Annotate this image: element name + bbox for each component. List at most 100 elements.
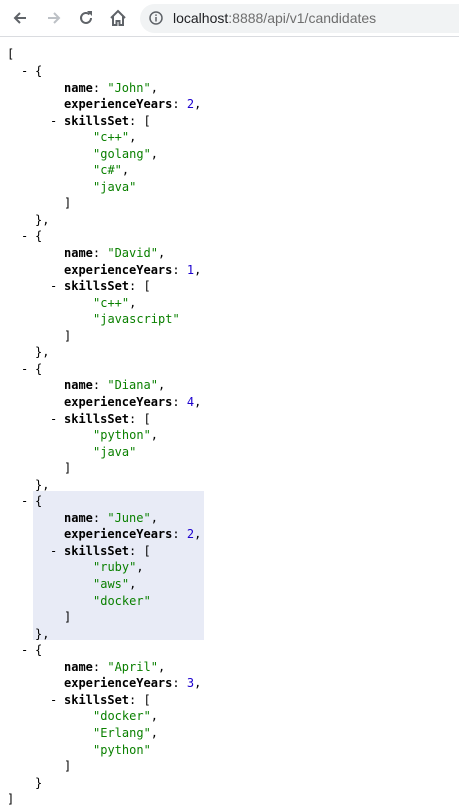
candidate-object-start: { [35, 63, 42, 80]
skill-item: "golang", [93, 146, 158, 163]
json-key: experienceYears [64, 262, 173, 277]
collapse-toggle[interactable]: - [21, 642, 28, 659]
collapse-toggle[interactable]: - [50, 278, 57, 295]
home-icon [110, 9, 126, 26]
json-punctuation: , [194, 676, 202, 691]
json-punctuation: , [129, 295, 137, 310]
skill-value: "c#" [93, 163, 122, 178]
candidate-name: "Diana" [107, 378, 158, 393]
address-bar[interactable]: localhost:8888/api/v1/candidates [140, 4, 459, 33]
json-punctuation: , [194, 527, 202, 542]
name-row: name: "Diana", [64, 377, 165, 394]
json-key: experienceYears [64, 394, 173, 409]
json-punctuation: , [157, 246, 166, 260]
collapse-toggle[interactable]: - [21, 63, 28, 80]
back-arrow-icon [13, 12, 26, 24]
collapse-toggle[interactable]: - [21, 361, 28, 378]
json-key: skillsSet [64, 411, 130, 426]
json-close-bracket: ] [7, 792, 15, 807]
candidate-name: "David" [107, 246, 158, 260]
json-punctuation: }, [35, 626, 50, 641]
json-punctuation: : [ [129, 113, 151, 128]
json-punctuation: : [172, 527, 187, 542]
back-button[interactable] [6, 4, 34, 32]
skill-item: "java" [93, 444, 136, 461]
skill-item: "Erlang", [93, 725, 158, 742]
json-punctuation: : [92, 659, 108, 674]
json-punctuation: , [194, 262, 202, 277]
json-key: skillsSet [64, 279, 130, 294]
json-punctuation: , [150, 709, 159, 724]
url-text[interactable]: localhost:8888/api/v1/candidates [173, 10, 376, 27]
skill-item: "docker" [93, 593, 151, 610]
json-punctuation: }, [35, 212, 50, 227]
skills-array-end: ] [64, 460, 71, 477]
json-viewer: [-{name: "John", experienceYears: 2, - skil… [0, 38, 459, 811]
skill-value: "docker" [93, 709, 151, 724]
candidate-name: "April" [107, 659, 158, 674]
json-punctuation: { [35, 643, 43, 658]
json-punctuation: { [35, 361, 43, 376]
experience-row: experienceYears: 3, [64, 675, 201, 692]
json-punctuation: : [ [129, 543, 151, 558]
json-punctuation: : [ [129, 411, 151, 426]
home-button[interactable] [104, 4, 132, 32]
json-punctuation: , [194, 394, 202, 409]
json-punctuation: , [121, 163, 130, 178]
json-punctuation: : [ [129, 279, 151, 294]
json-punctuation: : [172, 394, 187, 409]
json-punctuation: } [35, 775, 43, 790]
skills-row: skillsSet: [ [64, 411, 151, 428]
skills-array-end: ] [64, 609, 71, 626]
skill-item: "c++", [93, 129, 136, 146]
skill-item: "java" [93, 179, 136, 196]
candidate-name: "John" [107, 80, 151, 95]
json-punctuation: }, [35, 477, 50, 492]
json-punctuation: , [150, 146, 159, 161]
collapse-toggle[interactable]: - [50, 692, 57, 709]
skills-array-end: ] [64, 328, 71, 345]
skill-item: "docker", [93, 708, 158, 725]
collapse-toggle[interactable]: - [50, 543, 57, 560]
json-key: experienceYears [64, 676, 173, 691]
browser-toolbar: localhost:8888/api/v1/candidates [0, 0, 459, 37]
collapse-toggle[interactable]: - [21, 493, 28, 510]
skills-array-end: ] [64, 195, 71, 212]
json-punctuation: : [92, 246, 108, 260]
json-key: name [64, 659, 93, 674]
skills-row: skillsSet: [ [64, 692, 151, 709]
forward-arrow-icon [48, 12, 61, 24]
collapse-toggle[interactable]: - [50, 113, 57, 130]
candidate-object-end: }, [35, 212, 49, 229]
json-punctuation: , [194, 97, 202, 112]
reload-icon [80, 11, 92, 24]
json-punctuation: , [157, 659, 166, 674]
json-key: experienceYears [64, 527, 173, 542]
skills-array-end: ] [64, 758, 71, 775]
candidate-object-start: { [35, 361, 42, 378]
info-icon[interactable] [149, 11, 163, 25]
skills-row: skillsSet: [ [64, 113, 151, 130]
name-row: name: "David", [64, 245, 165, 262]
collapse-toggle[interactable]: - [21, 228, 28, 245]
json-punctuation: ] [64, 759, 72, 774]
forward-button[interactable] [40, 4, 68, 32]
skill-value: "golang" [93, 146, 151, 161]
json-punctuation: ] [64, 196, 72, 211]
json-punctuation: ] [64, 328, 72, 343]
skill-value: "java" [93, 444, 137, 459]
json-key: skillsSet [64, 692, 130, 707]
skill-item: "javascript" [93, 311, 180, 328]
json-punctuation: : [92, 510, 108, 525]
json-punctuation: : [92, 80, 108, 95]
skill-value: "java" [93, 179, 137, 194]
reload-button[interactable] [72, 4, 100, 32]
json-array-start: [ [7, 46, 14, 63]
skill-value: "ruby" [93, 560, 137, 575]
json-punctuation: : [172, 676, 187, 691]
collapse-toggle[interactable]: - [50, 411, 57, 428]
candidate-object-end: }, [35, 477, 49, 494]
json-punctuation: { [35, 229, 43, 244]
experience-years: 4 [186, 394, 195, 409]
json-array-end: ] [7, 791, 14, 808]
